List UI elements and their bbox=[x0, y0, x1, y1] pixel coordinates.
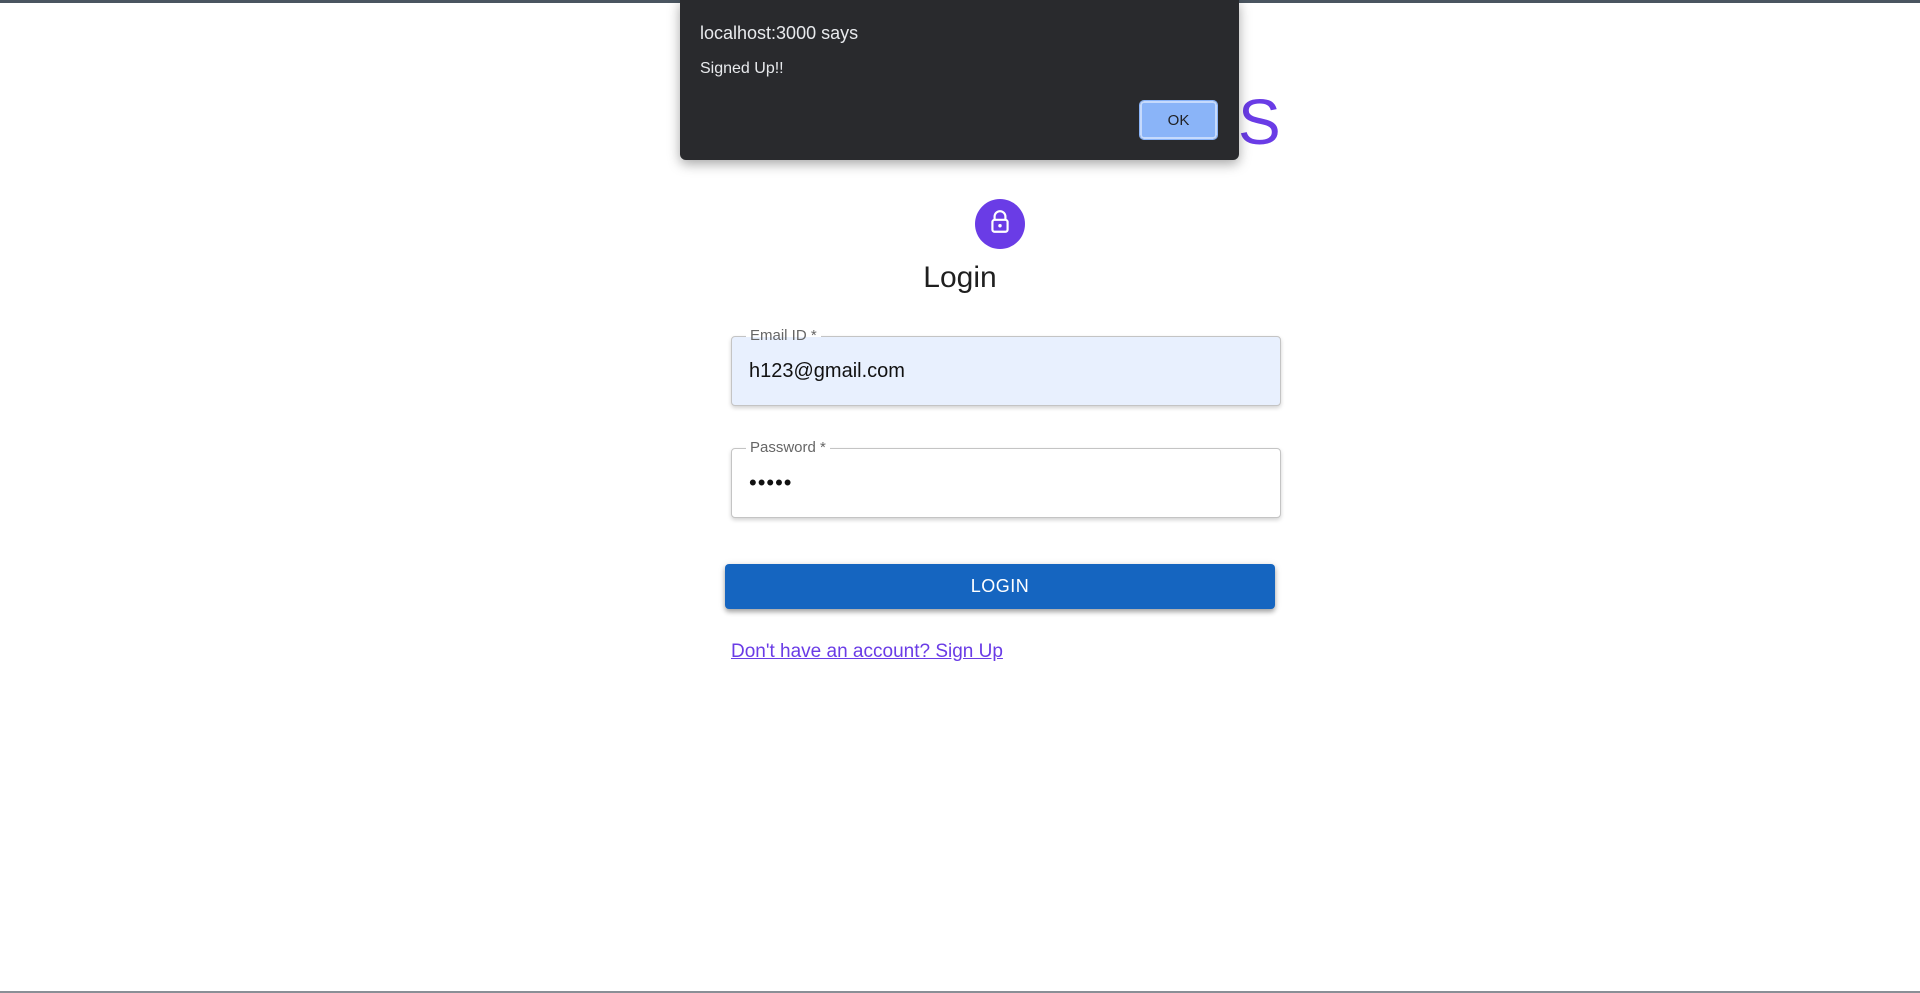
email-field[interactable]: Email ID * bbox=[731, 327, 1281, 406]
password-input[interactable]: ••••• bbox=[749, 449, 1263, 517]
password-field[interactable]: Password * ••••• bbox=[731, 439, 1281, 518]
app-title-visible: S bbox=[1238, 86, 1281, 158]
email-input[interactable] bbox=[749, 337, 1263, 405]
signup-link[interactable]: Don't have an account? Sign Up bbox=[731, 640, 1003, 664]
login-heading: Login bbox=[923, 261, 997, 294]
lock-icon bbox=[987, 209, 1013, 240]
lock-avatar bbox=[975, 199, 1025, 249]
alert-ok-button[interactable]: OK bbox=[1139, 100, 1218, 140]
login-button[interactable]: LOGIN bbox=[725, 564, 1275, 609]
alert-dialog: localhost:3000 says Signed Up!! OK bbox=[680, 0, 1239, 160]
alert-title: localhost:3000 says bbox=[700, 23, 859, 43]
login-heading-wrap: Login bbox=[0, 256, 1920, 300]
alert-message: Signed Up!! bbox=[700, 60, 784, 77]
